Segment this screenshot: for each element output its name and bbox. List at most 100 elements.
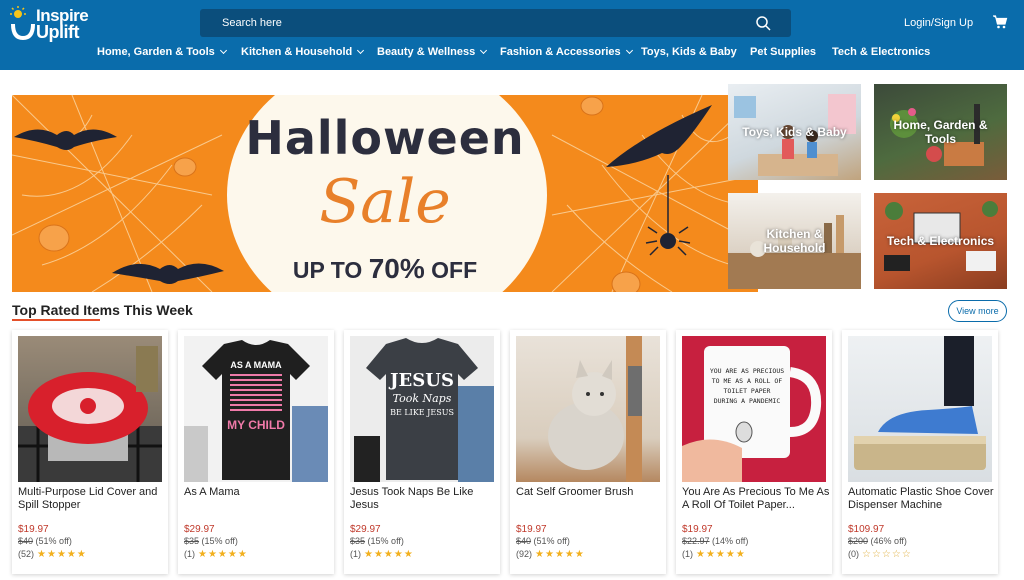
nav-label: Home, Garden & Tools xyxy=(97,46,215,58)
category-tile-home-garden-tools[interactable]: Home, Garden & Tools xyxy=(874,84,1007,180)
mug-line: TOILET PAPER xyxy=(723,387,771,395)
product-card[interactable]: JESUS Took Naps BE LIKE JESUS Jesus Took… xyxy=(344,330,500,574)
discount: (14% off) xyxy=(712,536,749,546)
mug-print: YOU ARE AS PRECIOUS TO ME AS A ROLL OF T… xyxy=(708,366,786,406)
halloween-sale-banner[interactable]: Halloween Sale UP TO 70% OFF xyxy=(12,95,758,292)
product-card[interactable]: AS A MAMA MY CHILD As A Mama $29.97 $35 … xyxy=(178,330,334,574)
original-price: $40 xyxy=(18,536,34,546)
product-original-price: $40 (51% off) xyxy=(18,536,72,546)
original-price: $35 xyxy=(350,536,366,546)
product-name: As A Mama xyxy=(184,486,240,498)
banner-sale-text: Sale xyxy=(319,167,451,237)
discount: (51% off) xyxy=(35,536,72,546)
nav-beauty-wellness[interactable]: Beauty & Wellness xyxy=(377,46,488,58)
nav-pet-supplies[interactable]: Pet Supplies xyxy=(750,46,816,58)
product-card[interactable]: Automatic Plastic Shoe Cover Dispenser M… xyxy=(842,330,998,574)
offer-value: 70% xyxy=(368,253,425,284)
product-name: Multi-Purpose Lid Cover and Spill Stoppe… xyxy=(18,486,158,511)
nav-label: Kitchen & Household xyxy=(241,46,353,58)
nav-home-garden-tools[interactable]: Home, Garden & Tools xyxy=(97,46,227,58)
nav-label: Toys, Kids & Baby xyxy=(641,46,737,58)
star-rating-icon: ★★★★★ xyxy=(198,549,248,560)
product-price: $29.97 xyxy=(350,524,381,535)
offer-prefix: UP TO xyxy=(292,257,363,283)
review-count: (92) xyxy=(516,549,533,559)
nav-toys-kids-baby[interactable]: Toys, Kids & Baby xyxy=(641,46,737,58)
star-rating-icon: ☆☆☆☆☆ xyxy=(862,549,912,560)
category-label: Tech & Electronics xyxy=(886,234,995,248)
banner-title: Halloween xyxy=(245,111,525,165)
category-tile-tech-electronics[interactable]: Tech & Electronics xyxy=(874,193,1007,289)
product-rating: (1) ★★★★★ xyxy=(350,549,414,560)
star-rating-icon: ★★★★★ xyxy=(364,549,414,560)
shirt-print-line3: BE LIKE JESUS xyxy=(390,408,454,417)
shirt-print-line2: Took Naps xyxy=(392,392,452,405)
review-count: (1) xyxy=(350,549,361,559)
review-count: (1) xyxy=(682,549,693,559)
nav-label: Pet Supplies xyxy=(750,46,817,58)
product-original-price: $40 (51% off) xyxy=(516,536,570,546)
nav-fashion-accessories[interactable]: Fashion & Accessories xyxy=(500,46,633,58)
product-original-price: $35 (15% off) xyxy=(184,536,238,546)
review-count: (1) xyxy=(184,549,195,559)
chevron-down-icon xyxy=(625,46,633,55)
discount: (51% off) xyxy=(533,536,570,546)
category-label: Toys, Kids & Baby xyxy=(742,125,847,139)
category-tile-toys-kids-baby[interactable]: Toys, Kids & Baby xyxy=(728,84,861,180)
product-image-lid-cover xyxy=(18,336,162,482)
discount: (15% off) xyxy=(201,536,238,546)
product-rating: (52) ★★★★★ xyxy=(18,549,87,560)
nav-tech-electronics[interactable]: Tech & Electronics xyxy=(832,46,930,58)
product-original-price: $35 (15% off) xyxy=(350,536,404,546)
product-price: $29.97 xyxy=(184,524,215,535)
original-price: $40 xyxy=(516,536,532,546)
login-signup-link[interactable]: Login/Sign Up xyxy=(904,17,973,29)
site-logo[interactable]: Inspire Uplift xyxy=(10,4,94,44)
section-title: Top Rated Items This Week xyxy=(12,302,193,318)
search-bar xyxy=(200,9,791,37)
nav-label: Fashion & Accessories xyxy=(500,46,621,58)
main-nav: Home, Garden & Tools Kitchen & Household… xyxy=(0,46,1024,64)
product-rating: (1) ★★★★★ xyxy=(184,549,248,560)
mug-line: YOU ARE AS PRECIOUS xyxy=(709,367,785,375)
product-price: $109.97 xyxy=(848,524,885,535)
discount: (15% off) xyxy=(367,536,404,546)
top-header: Inspire Uplift Login/Sign Up Home, Garde… xyxy=(0,0,1024,70)
product-image-jesus-shirt: JESUS Took Naps BE LIKE JESUS xyxy=(350,336,494,482)
star-rating-icon: ★★★★★ xyxy=(696,549,746,560)
star-rating-icon: ★★★★★ xyxy=(535,549,585,560)
product-rating: (92) ★★★★★ xyxy=(516,549,585,560)
shirt-print-top: AS A MAMA xyxy=(230,360,282,370)
original-price: $35 xyxy=(184,536,200,546)
review-count: (52) xyxy=(18,549,35,559)
search-input[interactable] xyxy=(200,9,750,37)
chevron-down-icon xyxy=(357,46,365,55)
mug-line: TO ME AS A ROLL OF xyxy=(711,377,783,385)
discount: (46% off) xyxy=(870,536,907,546)
original-price: $22.97 xyxy=(682,536,710,546)
nav-kitchen-household[interactable]: Kitchen & Household xyxy=(241,46,365,58)
logo-text-uplift: Uplift xyxy=(36,22,79,42)
product-name: Cat Self Groomer Brush xyxy=(516,486,634,498)
product-name: You Are As Precious To Me As A Roll Of T… xyxy=(682,486,830,511)
product-image-shoe-cover-dispenser xyxy=(848,336,992,482)
product-card[interactable]: Multi-Purpose Lid Cover and Spill Stoppe… xyxy=(12,330,168,574)
product-original-price: $22.97 (14% off) xyxy=(682,536,748,546)
shirt-print-line1: JESUS xyxy=(390,370,454,391)
product-card[interactable]: Cat Self Groomer Brush $19.97 $40 (51% o… xyxy=(510,330,666,574)
mug-line: DURING A PANDEMIC xyxy=(713,397,781,405)
search-icon[interactable] xyxy=(755,15,771,31)
category-tile-kitchen-household[interactable]: Kitchen & Household xyxy=(728,193,861,289)
star-rating-icon: ★★★★★ xyxy=(37,549,87,560)
nav-label: Beauty & Wellness xyxy=(377,46,476,58)
chevron-down-icon xyxy=(219,46,227,55)
product-original-price: $200 (46% off) xyxy=(848,536,907,546)
cart-icon[interactable] xyxy=(992,14,1008,30)
product-card[interactable]: YOU ARE AS PRECIOUS TO ME AS A ROLL OF T… xyxy=(676,330,832,574)
product-image-toilet-paper-mug: YOU ARE AS PRECIOUS TO ME AS A ROLL OF T… xyxy=(682,336,826,482)
product-image-as-a-mama: AS A MAMA MY CHILD xyxy=(184,336,328,482)
category-label: Home, Garden & Tools xyxy=(893,118,988,146)
shirt-print-lines xyxy=(230,374,282,414)
product-price: $19.97 xyxy=(516,524,547,535)
view-more-button[interactable]: View more xyxy=(948,300,1007,322)
